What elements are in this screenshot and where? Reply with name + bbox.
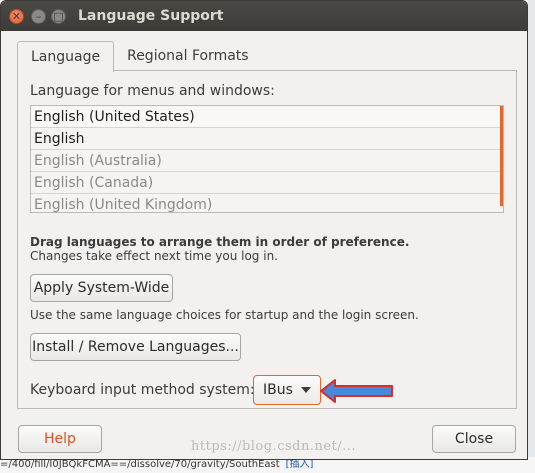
- chevron-down-icon: [301, 387, 311, 393]
- language-panel: Language for menus and windows: English …: [17, 70, 517, 409]
- close-button[interactable]: Close: [432, 425, 516, 453]
- watermark: https://blog.csdn.net/...: [191, 439, 357, 454]
- drag-note-bold: Drag languages to arrange them in order …: [30, 235, 410, 249]
- title-bar[interactable]: ✕ – □ Language Support: [1, 1, 527, 31]
- apply-description: Use the same language choices for startu…: [30, 308, 419, 322]
- keyboard-input-label: Keyboard input method system:: [30, 382, 255, 398]
- tab-language[interactable]: Language: [17, 41, 115, 72]
- language-list-heading: Language for menus and windows:: [30, 83, 275, 99]
- background-right-strip: [528, 0, 535, 473]
- window-title: Language Support: [78, 8, 224, 24]
- annotation-arrow-icon: [320, 379, 393, 403]
- keyboard-input-dropdown[interactable]: IBus: [253, 375, 321, 405]
- language-item[interactable]: English (Australia): [31, 150, 503, 172]
- maximize-window-icon[interactable]: □: [51, 9, 66, 24]
- language-item[interactable]: English (United Kingdom): [31, 194, 503, 212]
- install-remove-languages-button[interactable]: Install / Remove Languages...: [30, 333, 241, 361]
- language-item[interactable]: English (Canada): [31, 172, 503, 194]
- help-button[interactable]: Help: [18, 425, 102, 453]
- background-url: =/400/fill/I0JBQkFCMA==/dissolve/70/grav…: [0, 459, 280, 470]
- tab-bar: Language Regional Formats: [17, 41, 262, 72]
- drag-note: Changes take effect next time you log in…: [30, 249, 278, 263]
- background-insert-link[interactable]: [插入]: [286, 459, 314, 470]
- language-item[interactable]: English: [31, 128, 503, 150]
- tab-regional-formats[interactable]: Regional Formats: [114, 41, 261, 70]
- close-window-icon[interactable]: ✕: [9, 9, 24, 24]
- language-list[interactable]: English (United States) English English …: [30, 105, 504, 213]
- language-support-window: ✕ – □ Language Support Language Regional…: [0, 0, 528, 460]
- keyboard-input-value: IBus: [263, 382, 293, 398]
- minimize-window-icon[interactable]: –: [31, 9, 46, 24]
- language-item[interactable]: English (United States): [31, 106, 503, 128]
- list-scrollbar[interactable]: [500, 106, 503, 206]
- apply-system-wide-button[interactable]: Apply System-Wide: [30, 274, 173, 302]
